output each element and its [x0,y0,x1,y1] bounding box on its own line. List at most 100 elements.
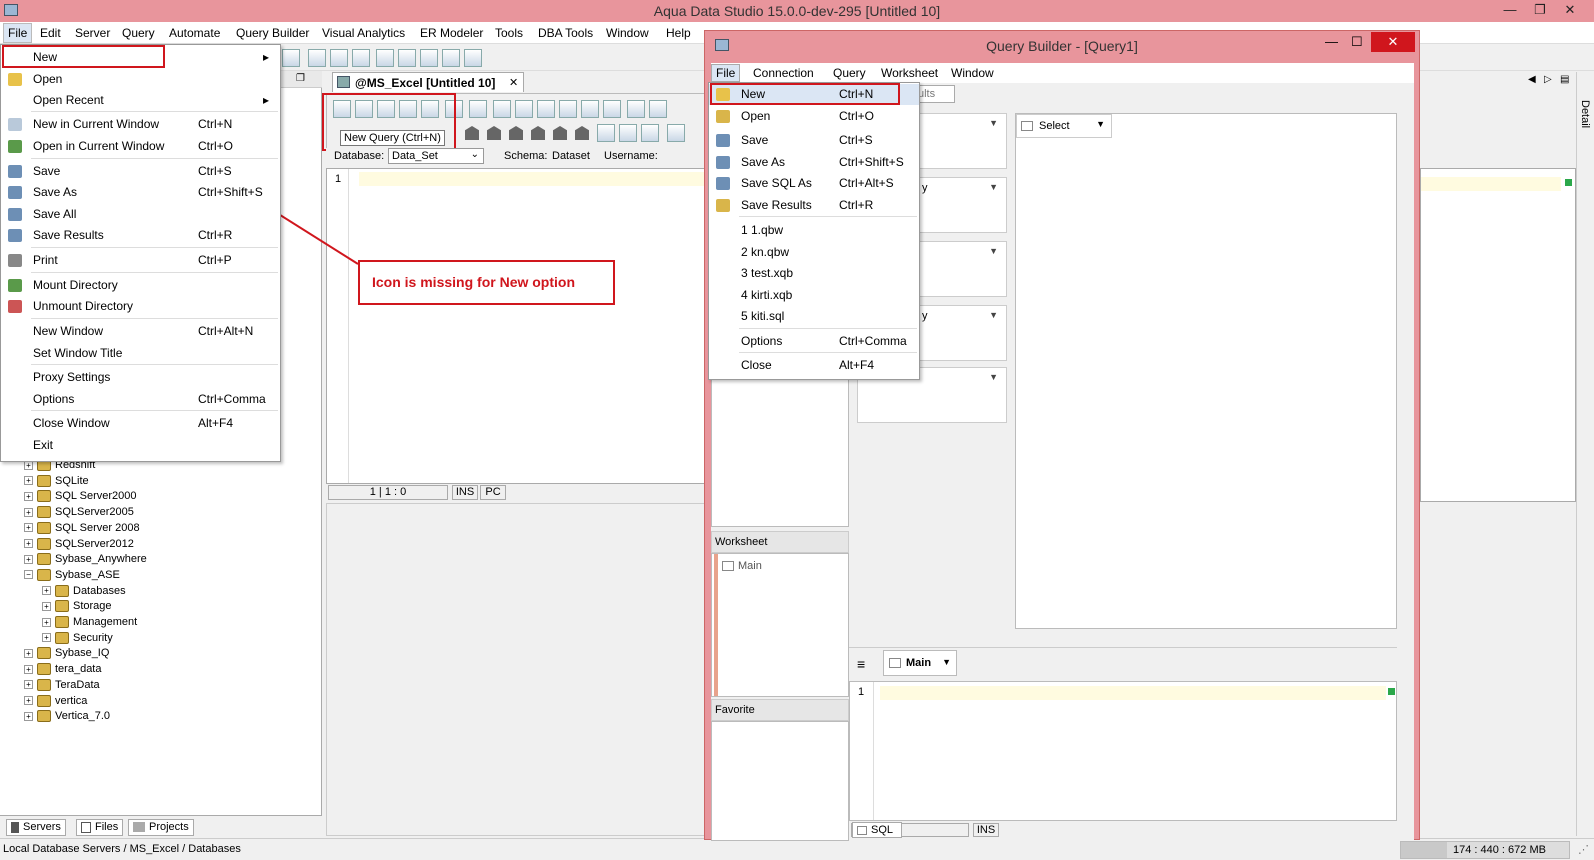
qb-sql-status: INS [849,823,1397,839]
tab-main-icon [889,658,901,668]
file-menu-item-new-window[interactable]: New Window Ctrl+Alt+N [1,321,280,342]
qb-sql-line-highlight [880,686,1386,700]
tab-next-icon[interactable]: ▷ [1544,74,1552,85]
chevron-down-icon: ▼ [989,118,998,128]
qb-file-menu-item-save-as[interactable]: Save As Ctrl+Shift+S [709,152,919,173]
qb-file-menu-item-save[interactable]: Save Ctrl+S [709,130,919,151]
menu-separator [31,158,278,159]
menu-separator [31,111,278,112]
file-menu-item-exit[interactable]: Exit [1,435,280,456]
sql-tab-icon [857,826,867,835]
qb-select-panel: Select ▼ [1015,113,1397,629]
qb-file-menu-item-label: 5 kiti.sql [741,309,785,323]
file-menu-item-label: Open Recent [33,93,104,107]
file-menu-item-label: Unmount Directory [33,299,134,313]
hamburger-icon[interactable]: ≡ [857,656,865,672]
new-file-icon [8,118,22,131]
qb-file-menu-item-label: Options [741,334,783,348]
qb-menu-worksheet[interactable]: Worksheet [881,66,938,80]
file-menu-item-save-all[interactable]: Save All [1,204,280,225]
qb-file-menu-item-options[interactable]: Options Ctrl+Comma [709,331,919,352]
qb-file-menu-item-label: 4 kirti.xqb [741,288,793,302]
file-menu-item-save[interactable]: Save Ctrl+S [1,161,280,182]
file-menu-item-label: New in Current Window [33,117,160,131]
file-menu-item-open-in-current-window[interactable]: Open in Current Window Ctrl+O [1,136,280,157]
qb-file-menu-item-open[interactable]: Open Ctrl+O [709,106,919,127]
save-as-icon [716,156,730,169]
annotation-box: Icon is missing for New option [358,260,615,305]
submenu-arrow-icon: ▸ [263,50,270,64]
qb-favorite-list [711,721,849,841]
file-menu-item-open[interactable]: Open [1,69,280,90]
right-side-strip: Detail [1576,72,1594,836]
menu-separator [739,328,917,329]
chevron-down-icon: ▼ [1096,119,1105,129]
file-menu-item-proxy-settings[interactable]: Proxy Settings [1,367,280,388]
file-menu-item-print[interactable]: Print Ctrl+P [1,250,280,271]
tab-main[interactable]: Main ▼ [883,650,957,676]
qb-menu-window[interactable]: Window [951,66,994,80]
select-label: Select [1039,120,1070,132]
qb-file-menu-item-label: 1 1.qbw [741,223,784,237]
file-menu-item-close-window[interactable]: Close Window Alt+F4 [1,413,280,434]
file-menu-item-mount-directory[interactable]: Mount Directory [1,275,280,296]
qb-title: Query Builder - [Query1] [986,38,1138,54]
menu-separator [739,216,917,217]
qb-menu-query[interactable]: Query [833,66,866,80]
qb-worksheet-list: Main [711,553,849,697]
qb-close-button[interactable]: ✕ [1371,32,1415,52]
tab-prev-icon[interactable]: ◀ [1528,74,1536,85]
worksheet-header-label: Worksheet [715,536,768,548]
file-menu-item-shortcut: Ctrl+Comma [198,392,266,406]
detail-label[interactable]: Detail [1579,100,1591,128]
qb-file-menu-item-label: Save [741,133,769,147]
qb-file-menu-item-recent-1[interactable]: 1 1.qbw [709,220,919,241]
select-dropdown[interactable]: Select ▼ [1016,114,1112,138]
folder-icon [8,73,22,86]
file-menu-item-shortcut: Ctrl+P [198,253,232,267]
file-menu-item-set-window-title[interactable]: Set Window Title [1,343,280,364]
qb-maximize-icon[interactable]: ☐ [1351,34,1363,50]
file-menu-item-options[interactable]: Options Ctrl+Comma [1,389,280,410]
file-menu-item-save-results[interactable]: Save Results Ctrl+R [1,225,280,246]
tab-list-icon[interactable]: ▤ [1560,74,1569,85]
qb-menu-file[interactable]: File [711,64,741,82]
qb-file-menu-item-shortcut: Ctrl+Shift+S [839,155,904,169]
qb-menu-connection[interactable]: Connection [753,66,814,80]
qb-file-menu-item-shortcut: Ctrl+Alt+S [839,176,894,190]
file-menu-item-label: Open in Current Window [33,139,165,153]
qb-file-menu-item-recent-2[interactable]: 2 kn.qbw [709,242,919,263]
chevron-down-icon: ▼ [989,310,998,320]
qb-sql-editor[interactable]: 1 [849,681,1397,821]
file-menu-item-shortcut: Alt+F4 [198,416,234,430]
qb-file-menu-item-label: 2 kn.qbw [741,245,790,259]
qb-minimize-icon[interactable]: — [1325,34,1338,49]
menu-separator [31,247,278,248]
qb-file-menu-item-recent-4[interactable]: 4 kirti.xqb [709,285,919,306]
qb-results-tab-label: ults [918,88,936,100]
chevron-down-icon: ▼ [989,246,998,256]
highlight-new-menu-item [2,45,165,68]
file-menu-item-label: Save Results [33,228,104,242]
unmount-icon [8,300,22,313]
printer-icon [8,254,22,267]
file-menu-item-save-as[interactable]: Save As Ctrl+Shift+S [1,182,280,203]
worksheet-accent-bar [714,554,718,696]
qb-file-menu-item-save-results[interactable]: Save Results Ctrl+R [709,195,919,216]
file-menu-item-label: Save All [33,207,77,221]
sql-tab-label: SQL [871,824,894,836]
file-menu-item-label: Open [33,72,63,86]
annotation-text: Icon is missing for New option [372,274,576,290]
qb-file-menu-item-close[interactable]: Close Alt+F4 [709,355,919,376]
qb-sql-gutter: 1 [850,682,874,820]
qb-file-menu-item-recent-5[interactable]: 5 kiti.sql [709,306,919,327]
qb-file-menu-item-recent-3[interactable]: 3 test.xqb [709,263,919,284]
qb-sql-bottom-tab[interactable]: SQL [852,822,902,838]
worksheet-item-main[interactable]: Main [722,558,762,574]
file-menu-item-label: Save As [33,185,78,199]
file-menu-item-open-recent[interactable]: Open Recent ▸ [1,90,280,111]
file-menu-item-unmount-directory[interactable]: Unmount Directory [1,296,280,317]
file-menu-item-new-in-current-window[interactable]: New in Current Window Ctrl+N [1,114,280,135]
qb-file-menu-item-save-sql-as[interactable]: Save SQL As Ctrl+Alt+S [709,173,919,194]
qb-file-menu-item-shortcut: Ctrl+O [839,109,875,123]
